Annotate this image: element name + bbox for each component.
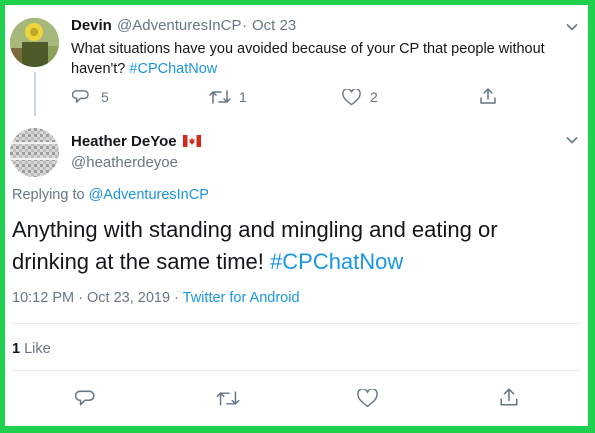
canada-flag-icon bbox=[182, 135, 201, 147]
main-avatar[interactable] bbox=[10, 128, 59, 177]
main-author-name-text: Heather DeYoe bbox=[71, 133, 177, 150]
parent-tweet-text-line1: What situations have you avoided because… bbox=[71, 41, 545, 57]
avatar-pattern bbox=[10, 128, 59, 177]
tweet-date[interactable]: Oct 23, 2019 bbox=[87, 290, 170, 306]
heart-icon[interactable] bbox=[342, 89, 361, 106]
reply-icon[interactable] bbox=[75, 388, 95, 408]
meta-separator-1: · bbox=[78, 290, 83, 306]
main-tweet-text-line2: drinking at the same time! #CPChatNow bbox=[12, 249, 403, 275]
main-author-name[interactable]: Heather DeYoe bbox=[71, 133, 201, 150]
chevron-down-icon[interactable] bbox=[565, 20, 579, 34]
thread-line bbox=[34, 72, 36, 116]
parent-avatar[interactable] bbox=[10, 18, 59, 67]
share-icon[interactable] bbox=[479, 87, 497, 105]
retweet-icon[interactable] bbox=[216, 390, 240, 407]
divider bbox=[12, 323, 581, 324]
parent-text-plain: haven't? bbox=[71, 61, 130, 77]
replying-to-prefix: Replying to bbox=[12, 187, 89, 203]
like-stat[interactable]: 1 Like bbox=[12, 341, 51, 357]
main-tweet-text-line1: Anything with standing and mingling and … bbox=[12, 217, 498, 242]
tweet-metadata: 10:12 PM · Oct 23, 2019 · Twitter for An… bbox=[12, 290, 300, 306]
main-hashtag-link[interactable]: #CPChatNow bbox=[270, 249, 403, 274]
tweet-source-link[interactable]: Twitter for Android bbox=[183, 290, 300, 306]
tweet-card: Devin @AdventuresInCP · Oct 23 What situ… bbox=[5, 5, 588, 426]
parent-tweet-text-line2: haven't? #CPChatNow bbox=[71, 61, 217, 77]
parent-separator: · bbox=[242, 17, 247, 34]
chevron-down-icon[interactable] bbox=[565, 133, 579, 147]
parent-hashtag-link[interactable]: #CPChatNow bbox=[129, 61, 217, 77]
parent-author-name[interactable]: Devin bbox=[71, 17, 112, 34]
replying-to-link[interactable]: @AdventuresInCP bbox=[89, 187, 209, 203]
parent-author-handle[interactable]: @AdventuresInCP bbox=[117, 17, 241, 34]
parent-retweet-count: 1 bbox=[239, 89, 247, 105]
retweet-icon[interactable] bbox=[209, 89, 231, 105]
tweet-time[interactable]: 10:12 PM bbox=[12, 290, 74, 306]
like-stat-label: Like bbox=[24, 341, 51, 357]
replying-to: Replying to @AdventuresInCP bbox=[12, 187, 209, 203]
share-icon[interactable] bbox=[499, 387, 519, 407]
main-author-handle[interactable]: @heatherdeyoe bbox=[71, 154, 178, 171]
parent-date[interactable]: Oct 23 bbox=[252, 17, 296, 34]
meta-separator-2: · bbox=[174, 290, 179, 306]
reply-icon[interactable] bbox=[72, 88, 89, 105]
parent-reply-count: 5 bbox=[101, 89, 109, 105]
heart-icon[interactable] bbox=[357, 389, 378, 408]
main-text-plain: drinking at the same time! bbox=[12, 249, 271, 274]
avatar-image bbox=[10, 18, 59, 67]
divider bbox=[12, 370, 581, 371]
like-stat-count: 1 bbox=[12, 341, 21, 357]
parent-like-count: 2 bbox=[370, 89, 378, 105]
